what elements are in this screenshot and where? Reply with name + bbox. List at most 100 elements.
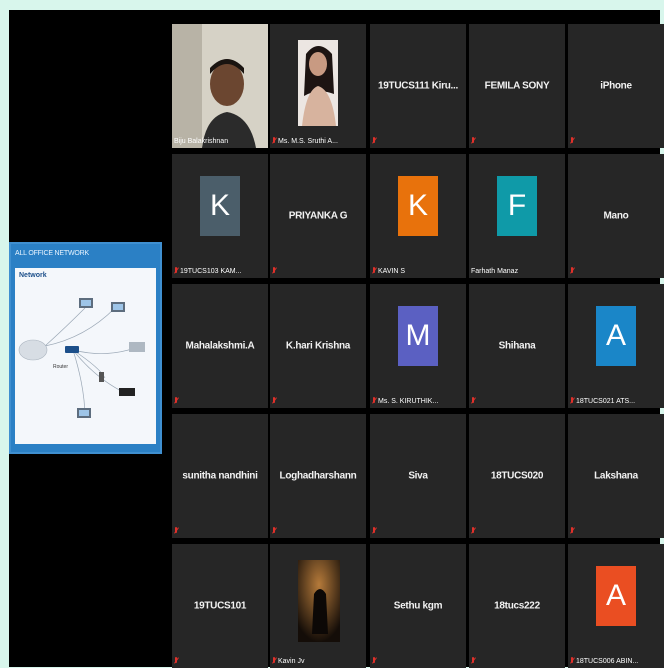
participant-label [372,657,376,665]
mic-muted-icon [372,527,376,535]
participant-tile[interactable]: PRIYANKA G [270,154,366,278]
participant-label: Biju Balakrishnan [174,138,228,145]
mic-muted-icon [471,137,475,145]
participant-tile[interactable]: Mano [568,154,664,278]
mic-muted-icon [372,657,376,665]
participant-tile[interactable]: Lakshana [568,414,664,538]
avatar: F [497,176,537,236]
mic-muted-icon [570,397,574,405]
participant-label [272,397,276,405]
participant-name: Mano [603,210,629,222]
participant-tile[interactable]: M Ms. S. KIRUTHIK... [370,284,466,408]
participant-tile[interactable]: K KAVIN S [370,154,466,278]
participant-tile[interactable]: K 19TUCS103 KAM... [172,154,268,278]
participant-name: Shihana [498,340,536,352]
mic-muted-icon [372,137,376,145]
shared-screen[interactable]: ALL OFFICE NETWORK Network Router [9,242,162,454]
participant-label [174,527,178,535]
participant-tile[interactable]: 19TUCS111 Kiru... [370,24,466,148]
participant-photo [298,560,340,642]
participant-label [372,527,376,535]
participant-name: PRIYANKA G [288,210,348,222]
avatar: K [398,176,438,236]
participant-tile[interactable]: 18tucs222 [469,544,565,668]
avatar: K [200,176,240,236]
participant-label: KAVIN S [372,267,405,275]
avatar: A [596,306,636,366]
participant-label: Ms. S. KIRUTHIK... [372,397,438,405]
participant-tile[interactable]: Sethu kgm [370,544,466,668]
mic-muted-icon [570,267,574,275]
participant-name: FEMILA SONY [484,80,550,92]
participant-name: sunitha nandhini [182,470,258,482]
participant-label [174,397,178,405]
avatar: A [596,566,636,626]
participant-tile[interactable]: iPhone [568,24,664,148]
participant-label [372,137,376,145]
participant-tile[interactable]: Mahalakshmi.A [172,284,268,408]
mic-muted-icon [372,397,376,405]
participant-label-text: 18TUCS021 ATS... [576,397,636,405]
participant-name: Lakshana [594,470,638,482]
participant-name: iPhone [600,80,632,92]
mic-muted-icon [272,267,276,275]
network-diagram: Network Router [15,268,156,444]
participant-tile[interactable]: sunitha nandhini [172,414,268,538]
mic-muted-icon [272,657,276,665]
participant-tile[interactable]: A 18TUCS006 ABIN... [568,544,664,668]
router-label: Router [53,364,68,370]
mic-muted-icon [174,267,178,275]
participant-tile[interactable]: 18TUCS020 [469,414,565,538]
participant-label-text: 19TUCS103 KAM... [180,267,242,275]
participant-name: Loghadharshann [279,470,357,482]
participant-label: Farhath Manaz [471,268,518,275]
participant-label [570,527,574,535]
participant-tile[interactable]: Loghadharshann [270,414,366,538]
participant-tile[interactable]: FEMILA SONY [469,24,565,148]
participant-label-text: Ms. S. KIRUTHIK... [378,397,439,405]
mic-muted-icon [471,397,475,405]
participant-name: Siva [408,470,428,482]
participant-tile[interactable]: Kavin Jv [270,544,366,668]
participant-name: Sethu kgm [393,600,443,612]
participant-label [570,137,574,145]
participant-label [272,267,276,275]
mic-muted-icon [272,137,276,145]
mic-muted-icon [174,397,178,405]
participant-label-text: Kavin Jv [278,657,305,665]
participant-name: 18tucs222 [494,600,540,612]
participant-tile[interactable]: F Farhath Manaz [469,154,565,278]
participant-label-text: Ms. M.S. Sruthi A... [278,137,338,145]
participant-label-text: KAVIN S [378,267,406,275]
mic-muted-icon [471,527,475,535]
participant-label [272,527,276,535]
mic-muted-icon [570,527,574,535]
participant-label: Ms. M.S. Sruthi A... [272,137,338,145]
participant-gallery: Biju Balakrishnan Ms. M.S. Sruthi A... 19T… [172,24,664,668]
participant-name: 18TUCS020 [490,470,544,482]
slide-title: ALL OFFICE NETWORK [15,250,89,257]
meeting-window: ALL OFFICE NETWORK Network Router Biju B… [9,10,664,668]
avatar: M [398,306,438,366]
participant-label [471,397,475,405]
participant-name: 19TUCS101 [193,600,247,612]
participant-label-text: 18TUCS006 ABIN... [576,657,639,665]
participant-name: K.hari Krishna [285,340,351,352]
participant-label: 19TUCS103 KAM... [174,267,241,275]
participant-label [570,267,574,275]
participant-tile[interactable]: Shihana [469,284,565,408]
participant-tile[interactable]: K.hari Krishna [270,284,366,408]
participant-tile[interactable]: A 18TUCS021 ATS... [568,284,664,408]
participant-label [471,137,475,145]
participant-tile[interactable]: Siva [370,414,466,538]
participant-photo [298,40,338,126]
participant-tile[interactable]: Biju Balakrishnan [172,24,268,148]
participant-tile[interactable]: Ms. M.S. Sruthi A... [270,24,366,148]
participant-tile[interactable]: 19TUCS101 [172,544,268,668]
mic-muted-icon [174,657,178,665]
mic-muted-icon [570,137,574,145]
mic-muted-icon [372,267,376,275]
mic-muted-icon [272,397,276,405]
shared-slide: ALL OFFICE NETWORK Network Router [11,244,160,452]
participant-name: 19TUCS111 Kiru... [378,80,458,92]
